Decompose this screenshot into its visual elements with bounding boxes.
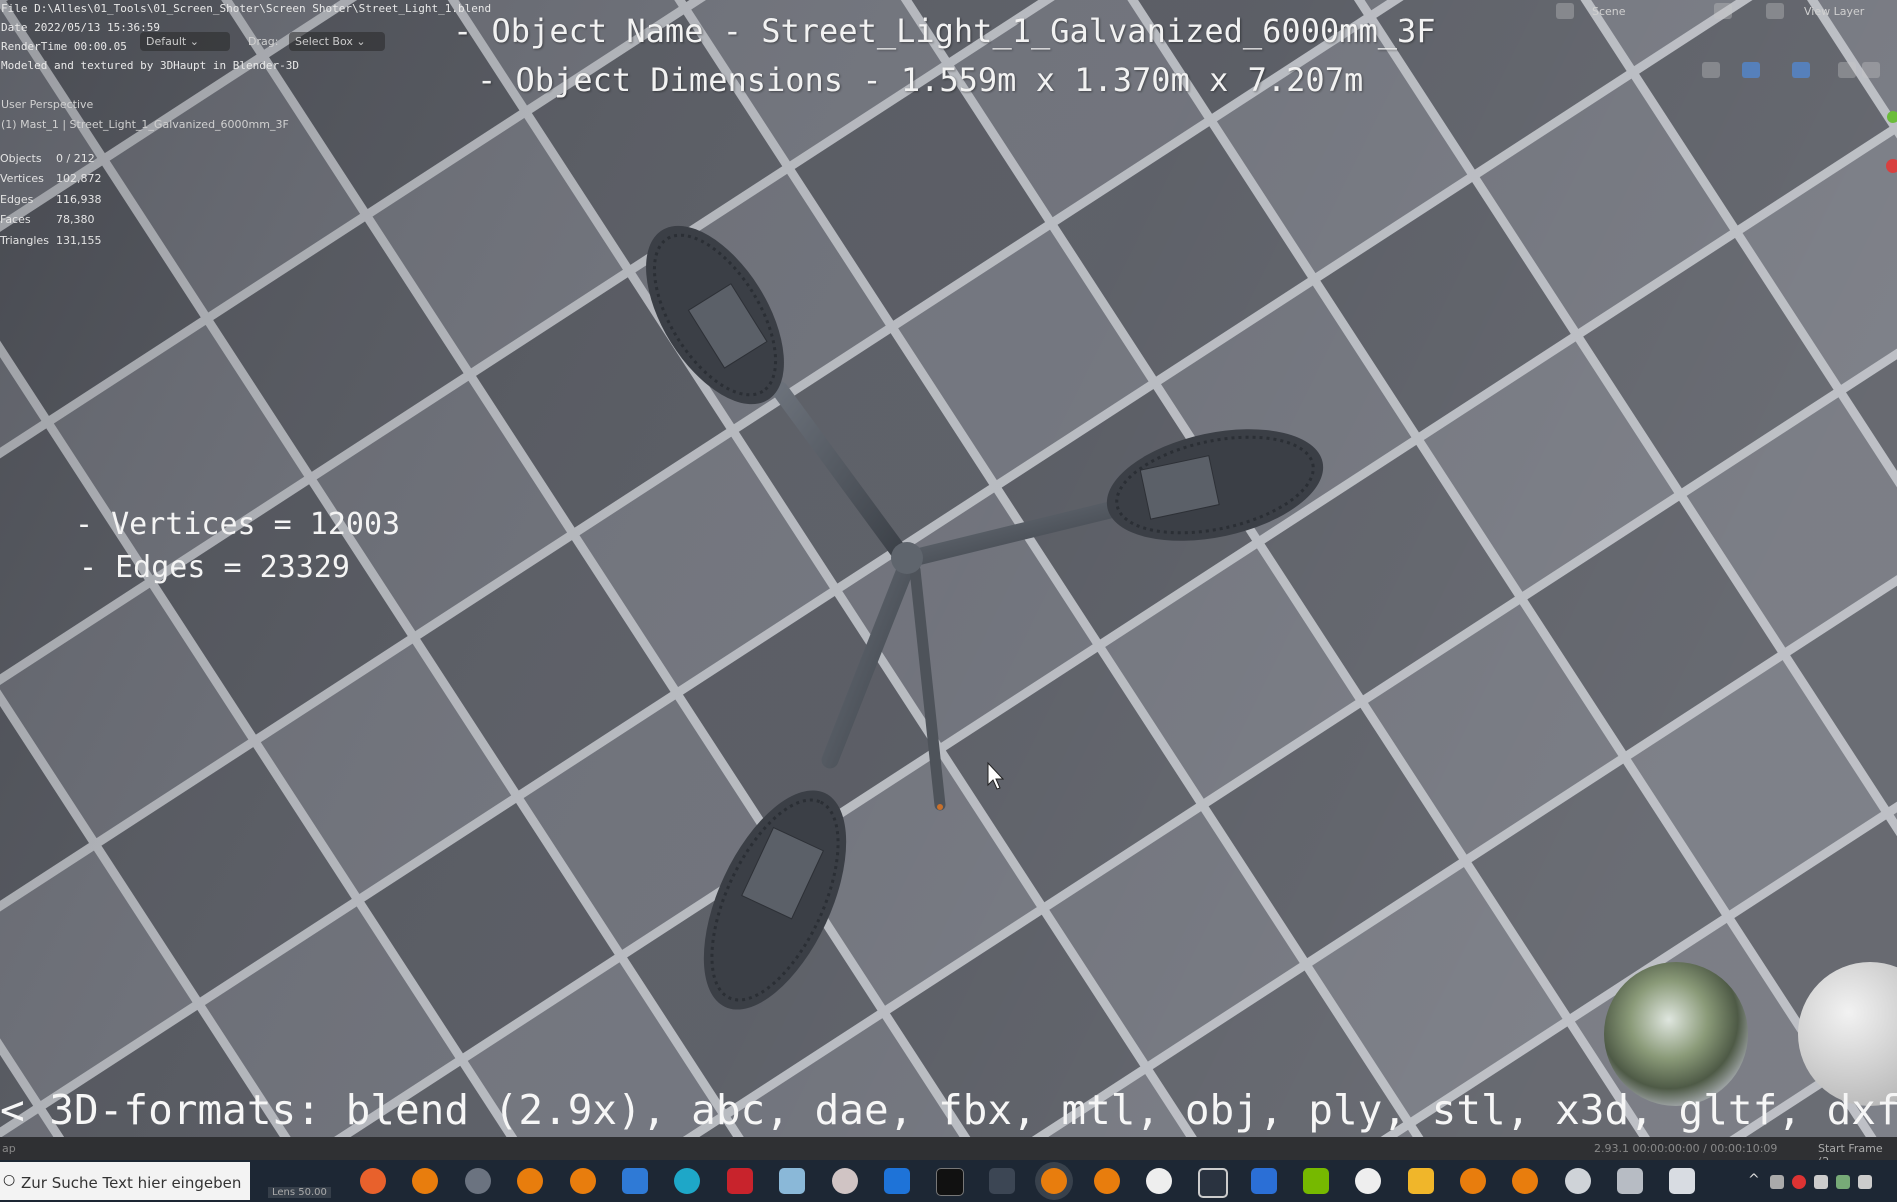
chat-icon[interactable] xyxy=(1669,1168,1695,1194)
visibility-icon[interactable] xyxy=(1702,62,1720,78)
gizmo-toggle-icon[interactable] xyxy=(1742,62,1760,78)
credit-stamp: Modeled and textured by 3DHaupt in Blend… xyxy=(1,59,300,72)
file-path-stamp: File D:\Alles\01_Tools\01_Screen_Shoter\… xyxy=(1,2,492,15)
settings-icon[interactable] xyxy=(1565,1168,1591,1194)
cube-icon[interactable] xyxy=(1198,1168,1228,1198)
window-icon[interactable] xyxy=(1617,1168,1643,1194)
view-layer-label[interactable]: View Layer xyxy=(1804,5,1864,18)
blender-icon[interactable] xyxy=(412,1168,438,1194)
app-red-icon[interactable] xyxy=(727,1168,753,1194)
paint-icon[interactable] xyxy=(832,1168,858,1194)
calendar-icon[interactable] xyxy=(1251,1168,1277,1194)
folder-icon[interactable] xyxy=(1408,1168,1434,1194)
blender-icon[interactable] xyxy=(570,1168,596,1194)
blender-icon[interactable] xyxy=(1460,1168,1486,1194)
drag-value: Select Box xyxy=(295,35,353,48)
tray-network-icon[interactable] xyxy=(1770,1175,1784,1189)
stat-key: Faces xyxy=(0,213,31,226)
overlay-toggle-icon[interactable] xyxy=(1792,62,1810,78)
system-tray[interactable]: ^ xyxy=(1748,1172,1893,1192)
wireframe-shading-icon[interactable] xyxy=(1862,62,1880,78)
tray-battery-icon[interactable] xyxy=(1814,1175,1828,1189)
drag-select-dropdown[interactable]: Select Box ⌄ xyxy=(289,32,385,51)
active-object-label: (1) Mast_1 | Street_Light_1_Galvanized_6… xyxy=(1,118,289,131)
stat-faces: Faces 78,380 xyxy=(0,213,95,226)
object-name-title: - Object Name - Street_Light_1_Galvanize… xyxy=(453,12,1436,50)
version-time-info: 2.93.1 00:00:00:00 / 00:00:10:09 xyxy=(1594,1142,1778,1155)
view-layer-icon[interactable] xyxy=(1766,3,1784,19)
object-dimensions-title: - Object Dimensions - 1.559m x 1.370m x … xyxy=(477,61,1364,99)
panda-icon[interactable] xyxy=(1146,1168,1172,1194)
drag-label: Drag: xyxy=(248,35,279,48)
vertices-count: - Vertices = 12003 xyxy=(75,507,401,542)
blender-icon[interactable] xyxy=(1041,1168,1067,1194)
stat-value: 131,155 xyxy=(56,234,102,247)
blender-icon[interactable] xyxy=(1094,1168,1120,1194)
mail-icon[interactable] xyxy=(622,1168,648,1194)
orientation-dropdown[interactable]: Default ⌄ xyxy=(140,32,230,51)
status-bar: ap 2.93.1 00:00:00:00 / 00:00:10:09 Star… xyxy=(0,1137,1897,1168)
stat-value: 0 / 212 xyxy=(56,152,95,165)
edges-count: - Edges = 23329 xyxy=(79,550,350,585)
taskbar-search-input[interactable]: ○ Zur Suche Text hier eingeben xyxy=(0,1162,250,1200)
edge-icon[interactable] xyxy=(674,1168,700,1194)
tray-volume-icon[interactable] xyxy=(1858,1175,1872,1189)
ghost-lens-label: Lens 50.00 xyxy=(268,1187,331,1198)
app-white-icon[interactable] xyxy=(1355,1168,1381,1194)
tray-app-icon[interactable] xyxy=(1792,1175,1806,1189)
stat-key: Triangles xyxy=(0,234,49,247)
tray-chevron-icon[interactable]: ^ xyxy=(1748,1172,1760,1188)
stat-value: 78,380 xyxy=(56,213,95,226)
outlook-icon[interactable] xyxy=(884,1168,910,1194)
stat-key: Vertices xyxy=(0,172,44,185)
hdri-sphere-icon xyxy=(1604,962,1748,1106)
new-scene-icon[interactable] xyxy=(1714,3,1732,19)
nvidia-icon[interactable] xyxy=(1303,1168,1329,1194)
network-icon[interactable] xyxy=(989,1168,1015,1194)
tray-gpu-icon[interactable] xyxy=(1836,1175,1850,1189)
perspective-label: User Perspective xyxy=(1,98,94,111)
scene-label[interactable]: Scene xyxy=(1592,5,1626,18)
stat-edges: Edges 116,938 xyxy=(0,193,102,206)
date-stamp: Date 2022/05/13 15:36:59 xyxy=(1,21,160,34)
stat-vertices: Vertices 102,872 xyxy=(0,172,102,185)
blender-icon[interactable] xyxy=(517,1168,543,1194)
stat-triangles: Triangles 131,155 xyxy=(0,234,102,247)
terminal-icon[interactable] xyxy=(936,1168,964,1196)
orientation-value: Default xyxy=(146,35,187,48)
render-time-stamp: RenderTime 00:00.05 xyxy=(1,40,127,53)
stat-objects: Objects 0 / 212 xyxy=(0,152,95,165)
status-left-text: ap xyxy=(2,1142,16,1155)
xray-icon[interactable] xyxy=(1838,62,1856,78)
firefox-icon[interactable] xyxy=(360,1168,386,1194)
blender-icon[interactable] xyxy=(1512,1168,1538,1194)
stat-value: 116,938 xyxy=(56,193,102,206)
formats-banner: < 3D-formats: blend (2.9x), abc, dae, fb… xyxy=(0,1086,1897,1134)
stat-key: Objects xyxy=(0,152,42,165)
stat-value: 102,872 xyxy=(56,172,102,185)
search-placeholder: Zur Suche Text hier eingeben xyxy=(21,1174,242,1192)
scene-icon[interactable] xyxy=(1556,3,1574,19)
steam-icon[interactable] xyxy=(465,1168,491,1194)
search-icon: ○ xyxy=(3,1172,16,1188)
stat-key: Edges xyxy=(0,193,34,206)
files-icon[interactable] xyxy=(779,1168,805,1194)
